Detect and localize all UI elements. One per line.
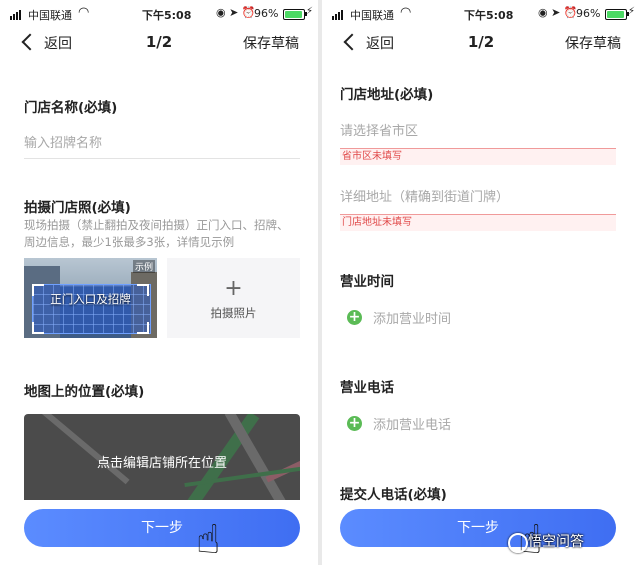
- pointing-hand-icon: ☝: [196, 517, 221, 563]
- comparison-canvas: 中国联通 ◠ 下午5:08 ◉ ➤ ⏰ 96% ⚡ 返回 1/2 保存草稿 门店…: [0, 0, 640, 565]
- store-photo-label: 拍摄门店照(必填): [24, 200, 131, 216]
- battery-percent: 96%: [576, 7, 601, 20]
- add-business-phone-button[interactable]: 添加营业电话: [373, 414, 451, 433]
- signal-icon: [332, 10, 346, 20]
- address-error: 门店地址未填写: [340, 214, 616, 231]
- add-business-hours-button[interactable]: 添加营业时间: [373, 308, 451, 327]
- store-address-label: 门店地址(必填): [340, 87, 434, 103]
- carrier: 中国联通: [28, 9, 72, 22]
- wukong-logo-icon: [508, 533, 528, 553]
- next-step-button[interactable]: 下一步: [24, 509, 300, 547]
- add-circle-icon[interactable]: +: [347, 416, 362, 431]
- nav-bar: 返回 1/2 保存草稿: [0, 30, 318, 58]
- region-error: 省市区未填写: [340, 148, 616, 165]
- take-photo-label: 拍摄照片: [210, 306, 257, 320]
- status-time: 下午5:08: [142, 9, 192, 22]
- sample-photo[interactable]: 示例 正门入口及招牌: [24, 258, 157, 338]
- battery-icon: [283, 9, 307, 20]
- business-phone-label: 营业电话: [340, 380, 394, 396]
- sample-tag: 示例: [132, 260, 155, 273]
- map-location-label: 地图上的位置(必填): [24, 384, 145, 400]
- store-photo-description: 现场拍摄（禁止翻拍及夜间拍摄）正门入口、招牌、周边信息，最少1张最多3张，详情见…: [24, 218, 289, 249]
- map-hint: 点击编辑店铺所在位置: [96, 456, 227, 471]
- charging-icon: ⚡: [628, 6, 636, 17]
- save-draft-button[interactable]: 保存草稿: [243, 33, 299, 53]
- location-alarm-icons: ◉ ➤ ⏰: [216, 6, 256, 19]
- battery-percent: 96%: [254, 7, 279, 20]
- map-picker[interactable]: 点击编辑店铺所在位置: [24, 414, 300, 500]
- business-hours-label: 营业时间: [340, 274, 394, 290]
- store-name-label: 门店名称(必填): [24, 100, 118, 116]
- status-time: 下午5:08: [464, 9, 514, 22]
- submitter-phone-label: 提交人电话(必填): [340, 487, 447, 503]
- watermark: 悟空问答: [528, 534, 584, 550]
- region-select[interactable]: 请选择省市区: [340, 120, 418, 139]
- status-bar: 中国联通 ◠ 下午5:08 ◉ ➤ ⏰ 96% ⚡: [322, 0, 640, 32]
- status-bar: 中国联通 ◠ 下午5:08 ◉ ➤ ⏰ 96% ⚡: [0, 0, 318, 32]
- carrier: 中国联通: [350, 9, 394, 22]
- screen-step-1: 中国联通 ◠ 下午5:08 ◉ ➤ ⏰ 96% ⚡ 返回 1/2 保存草稿 门店…: [0, 0, 318, 565]
- signal-icon: [10, 10, 24, 20]
- nav-bar: 返回 1/2 保存草稿: [322, 30, 640, 58]
- save-draft-button[interactable]: 保存草稿: [565, 33, 621, 53]
- wifi-icon: ◠: [78, 5, 90, 20]
- take-photo-button[interactable]: + 拍摄照片: [167, 258, 300, 338]
- location-alarm-icons: ◉ ➤ ⏰: [538, 6, 578, 19]
- divider: [24, 158, 300, 159]
- sample-caption: 正门入口及招牌: [50, 292, 131, 306]
- battery-icon: [605, 9, 629, 20]
- add-circle-icon[interactable]: +: [347, 310, 362, 325]
- store-name-input[interactable]: 输入招牌名称: [24, 132, 102, 151]
- wifi-icon: ◠: [400, 5, 412, 20]
- detail-address-input[interactable]: 详细地址（精确到街道门牌）: [340, 186, 509, 205]
- charging-icon: ⚡: [306, 6, 314, 17]
- plus-icon: +: [224, 276, 243, 301]
